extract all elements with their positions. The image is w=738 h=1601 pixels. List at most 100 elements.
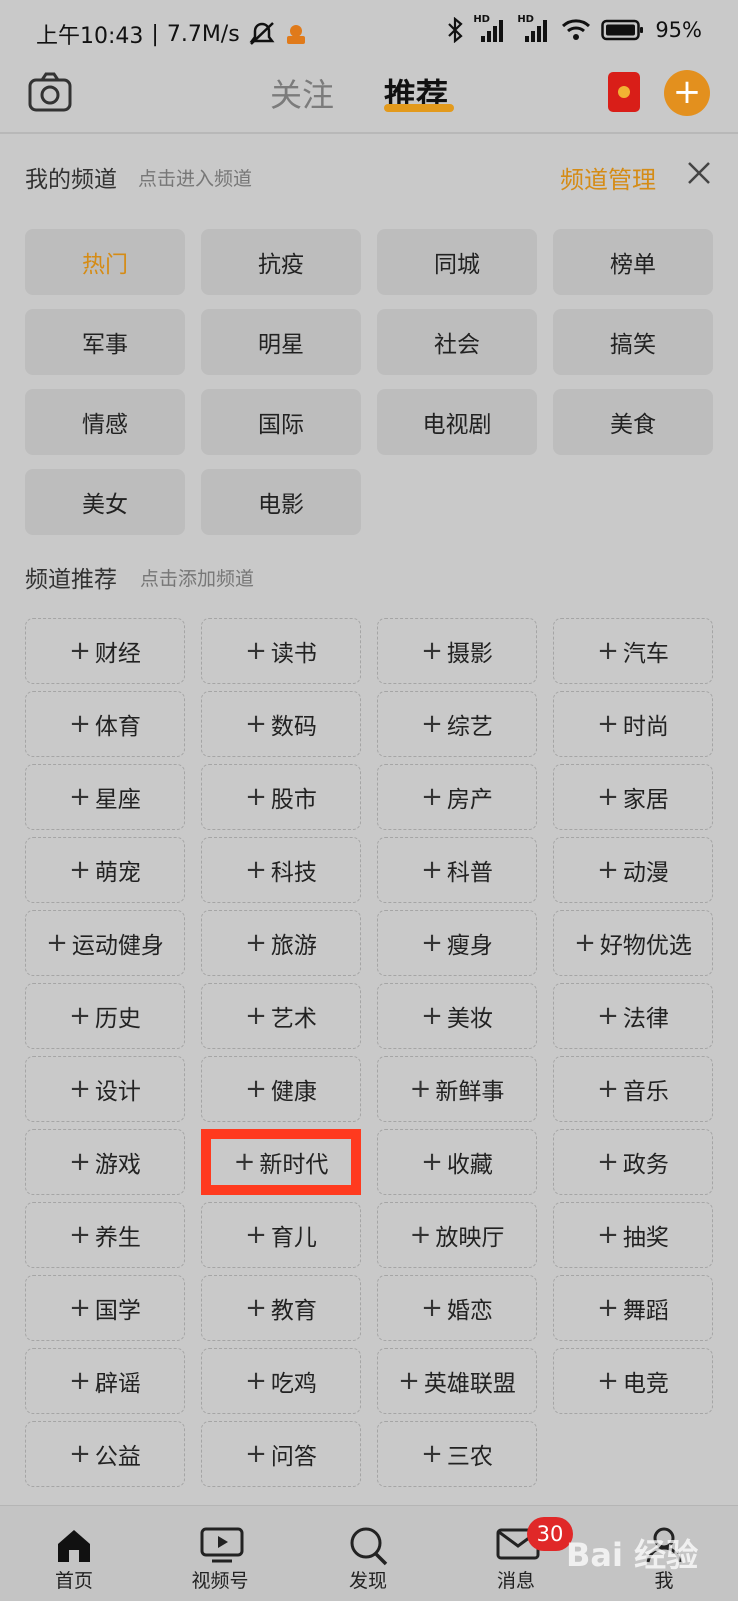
plus-icon: + xyxy=(597,1001,619,1031)
recommended-channel-item[interactable]: + 星座 xyxy=(25,764,185,830)
recommended-channel-item[interactable]: + 数码 xyxy=(201,691,361,757)
recommended-channel-item[interactable]: + 财经 xyxy=(25,618,185,684)
recommended-channel-item[interactable]: + 公益 xyxy=(25,1421,185,1487)
plus-icon: + xyxy=(409,1220,432,1250)
recommended-channel-item[interactable]: + 问答 xyxy=(201,1421,361,1487)
my-channel-item[interactable]: 美女 xyxy=(25,469,185,535)
recommended-channel-item[interactable]: + 健康 xyxy=(201,1056,361,1122)
add-icon[interactable]: + xyxy=(664,70,710,116)
plus-icon: + xyxy=(597,636,619,666)
recommended-channel-item[interactable]: + 英雄联盟 xyxy=(377,1348,537,1414)
tab-follow[interactable]: 关注 xyxy=(270,70,334,116)
plus-icon: + xyxy=(69,855,91,885)
red-packet-icon[interactable] xyxy=(608,72,640,112)
recommended-channel-label: 动漫 xyxy=(622,860,669,886)
my-channel-item[interactable]: 搞笑 xyxy=(553,309,713,375)
plus-icon: + xyxy=(597,782,619,812)
recommended-channel-item[interactable]: + 养生 xyxy=(25,1202,185,1268)
recommended-channel-item[interactable]: + 电竞 xyxy=(553,1348,713,1414)
recommended-channel-item[interactable]: + 育儿 xyxy=(201,1202,361,1268)
recommended-channel-item[interactable]: + 房产 xyxy=(377,764,537,830)
recommended-channel-item[interactable]: + 时尚 xyxy=(553,691,713,757)
bottom-nav-label: 消息 xyxy=(496,1570,535,1592)
recommended-channel-item[interactable]: + 动漫 xyxy=(553,837,713,903)
plus-icon: + xyxy=(245,782,267,812)
recommended-channel-item[interactable]: + 家居 xyxy=(553,764,713,830)
recommended-channel-item[interactable]: + 好物优选 xyxy=(553,910,713,976)
bottom-nav-home[interactable]: 首页 xyxy=(24,1506,124,1601)
recommended-channel-item[interactable]: + 设计 xyxy=(25,1056,185,1122)
my-channel-item[interactable]: 电视剧 xyxy=(377,389,537,455)
recommended-channel-item[interactable]: + 旅游 xyxy=(201,910,361,976)
camera-icon[interactable] xyxy=(28,72,72,112)
my-channel-item[interactable]: 电影 xyxy=(201,469,361,535)
recommended-channel-item[interactable]: + 汽车 xyxy=(553,618,713,684)
recommended-channel-label: 运动健身 xyxy=(71,933,164,959)
recommended-channel-item[interactable]: + 收藏 xyxy=(377,1129,537,1195)
recommended-channel-label: 摄影 xyxy=(446,641,493,667)
recommended-channel-item[interactable]: + 婚恋 xyxy=(377,1275,537,1341)
recommended-channel-item[interactable]: + 股市 xyxy=(201,764,361,830)
recommended-channel-item[interactable]: + 游戏 xyxy=(25,1129,185,1195)
my-channel-item[interactable]: 同城 xyxy=(377,229,537,295)
recommended-channel-item[interactable]: + 政务 xyxy=(553,1129,713,1195)
my-channel-item[interactable]: 社会 xyxy=(377,309,537,375)
recommended-channel-label: 汽车 xyxy=(622,641,669,667)
plus-icon: + xyxy=(69,709,91,739)
recommended-channel-item[interactable]: + 辟谣 xyxy=(25,1348,185,1414)
recommended-channel-item[interactable]: + 吃鸡 xyxy=(201,1348,361,1414)
recommended-channel-item[interactable]: + 新鲜事 xyxy=(377,1056,537,1122)
recommended-channel-item[interactable]: + 历史 xyxy=(25,983,185,1049)
search-icon xyxy=(350,1527,388,1566)
recommended-channel-item[interactable]: + 舞蹈 xyxy=(553,1275,713,1341)
recommended-channel-item[interactable]: + 萌宠 xyxy=(25,837,185,903)
recommended-channel-item[interactable]: + 体育 xyxy=(25,691,185,757)
recommended-channel-item[interactable]: + 三农 xyxy=(377,1421,537,1487)
recommended-channel-item[interactable]: + 放映厅 xyxy=(377,1202,537,1268)
my-channel-item[interactable]: 抗疫 xyxy=(201,229,361,295)
plus-icon: + xyxy=(69,1220,91,1250)
recommended-channel-item[interactable]: + 摄影 xyxy=(377,618,537,684)
my-channel-item[interactable]: 榜单 xyxy=(553,229,713,295)
close-icon[interactable] xyxy=(686,160,712,186)
plus-icon: + xyxy=(245,1001,267,1031)
my-channel-item[interactable]: 明星 xyxy=(201,309,361,375)
bottom-nav-video[interactable]: 视频号 xyxy=(170,1506,270,1601)
recommended-channel-item[interactable]: + 艺术 xyxy=(201,983,361,1049)
recommended-channel-item[interactable]: + 教育 xyxy=(201,1275,361,1341)
recommended-channel-item[interactable]: + 综艺 xyxy=(377,691,537,757)
recommended-channel-item[interactable]: + 瘦身 xyxy=(377,910,537,976)
recommended-channel-item[interactable]: + 新时代 xyxy=(201,1129,361,1195)
my-channel-item[interactable]: 美食 xyxy=(553,389,713,455)
bottom-nav-label: 首页 xyxy=(54,1570,93,1592)
recommended-channel-label: 吃鸡 xyxy=(270,1371,317,1397)
recommended-channel-item[interactable]: + 抽奖 xyxy=(553,1202,713,1268)
recommended-channel-item[interactable]: + 国学 xyxy=(25,1275,185,1341)
my-channel-item[interactable]: 军事 xyxy=(25,309,185,375)
battery-percent: 95% xyxy=(655,18,702,42)
recommended-channel-label: 音乐 xyxy=(622,1079,669,1105)
recommended-channel-item[interactable]: + 美妆 xyxy=(377,983,537,1049)
recommended-channel-item[interactable]: + 法律 xyxy=(553,983,713,1049)
recommended-channel-item[interactable]: + 运动健身 xyxy=(25,910,185,976)
bluetooth-icon xyxy=(448,17,463,43)
plus-icon: + xyxy=(69,636,91,666)
recommended-channel-item[interactable]: + 读书 xyxy=(201,618,361,684)
recommended-channel-label: 婚恋 xyxy=(446,1298,493,1324)
recommended-channel-label: 政务 xyxy=(622,1152,669,1178)
plus-icon: + xyxy=(245,1439,267,1469)
recommended-channel-item[interactable]: + 科普 xyxy=(377,837,537,903)
recommended-channel-item[interactable]: + 科技 xyxy=(201,837,361,903)
my-channel-item[interactable]: 情感 xyxy=(25,389,185,455)
my-channel-item[interactable]: 国际 xyxy=(201,389,361,455)
recommended-channel-label: 萌宠 xyxy=(94,860,141,886)
tab-active-indicator xyxy=(384,104,454,112)
recommended-channel-item[interactable]: + 音乐 xyxy=(553,1056,713,1122)
app-notification-icon xyxy=(286,25,305,44)
signal-2: HD xyxy=(517,14,551,44)
my-channel-item[interactable]: 热门 xyxy=(25,229,185,295)
plus-icon: + xyxy=(574,928,596,958)
plus-icon: + xyxy=(421,1147,443,1177)
bottom-nav-discover[interactable]: 发现 xyxy=(318,1506,418,1601)
channel-manage-button[interactable]: 频道管理 xyxy=(560,160,656,195)
